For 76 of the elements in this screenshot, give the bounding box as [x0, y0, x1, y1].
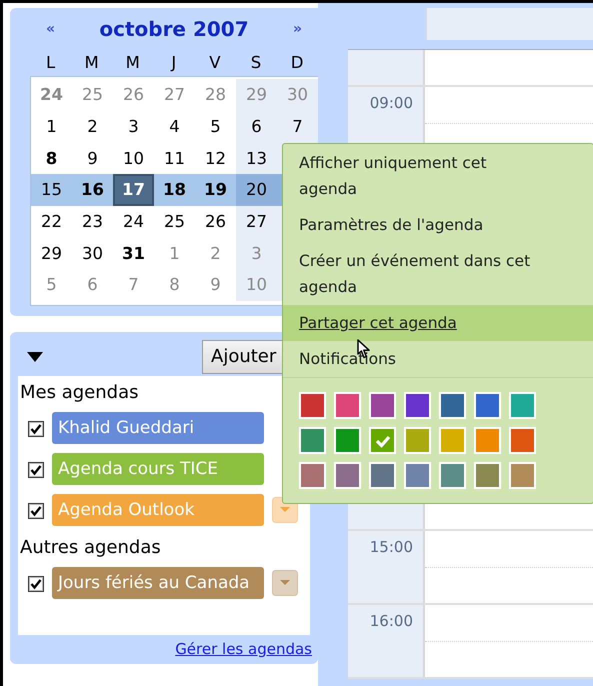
- calendar-date[interactable]: 24: [113, 206, 154, 238]
- color-swatch[interactable]: [439, 427, 466, 454]
- time-label: 15:00: [370, 538, 413, 556]
- color-swatch[interactable]: [509, 462, 536, 489]
- calendar-date[interactable]: 1: [31, 110, 72, 142]
- checkbox[interactable]: [28, 576, 44, 592]
- calendar-date[interactable]: 5: [195, 110, 236, 142]
- calendar-date[interactable]: 15: [31, 174, 72, 206]
- color-swatch[interactable]: [299, 462, 326, 489]
- checkbox[interactable]: [28, 502, 44, 519]
- color-swatch[interactable]: [334, 462, 361, 489]
- color-swatch[interactable]: [369, 462, 396, 489]
- color-swatch[interactable]: [369, 427, 396, 454]
- color-swatch[interactable]: [474, 427, 501, 454]
- calendar-date[interactable]: 27: [236, 206, 277, 238]
- next-month-link[interactable]: »: [277, 21, 318, 37]
- calendar-date[interactable]: 2: [72, 110, 113, 142]
- check-icon: [374, 434, 390, 448]
- color-swatch[interactable]: [404, 462, 431, 489]
- calendar-date[interactable]: 7: [277, 110, 318, 142]
- collapse-toggle-icon[interactable]: [26, 350, 44, 363]
- calendar-date[interactable]: 19: [195, 174, 236, 206]
- weekday-label: M: [84, 52, 100, 72]
- color-swatch[interactable]: [299, 392, 326, 419]
- time-label: 09:00: [370, 94, 413, 112]
- calendar-date[interactable]: 25: [154, 206, 195, 238]
- weekday-label: L: [44, 52, 56, 72]
- color-swatch[interactable]: [509, 392, 536, 419]
- calendar-date[interactable]: 26: [195, 206, 236, 238]
- calendar-date[interactable]: 30: [72, 237, 113, 270]
- calendar-date[interactable]: 10: [113, 142, 154, 174]
- menu-item[interactable]: Paramètres de l'agenda: [283, 207, 593, 243]
- manage-calendars-link[interactable]: Gérer les agendas: [175, 640, 312, 658]
- menu-item[interactable]: Afficher uniquement cet agenda: [283, 145, 593, 207]
- checkbox[interactable]: [28, 462, 44, 478]
- color-swatch[interactable]: [404, 392, 431, 419]
- calendar-date[interactable]: 20: [236, 174, 278, 206]
- calendar-date[interactable]: 6: [236, 110, 277, 142]
- calendar-date[interactable]: 12: [195, 142, 236, 174]
- calendar-date[interactable]: 13: [236, 142, 277, 174]
- weekday-label: D: [290, 52, 304, 72]
- color-swatch[interactable]: [404, 427, 431, 454]
- color-swatch[interactable]: [299, 427, 326, 454]
- calendar-date[interactable]: 11: [154, 142, 195, 174]
- weekday-label: S: [250, 52, 262, 72]
- weekday-label: M: [124, 52, 141, 72]
- calendar-date[interactable]: 3: [113, 110, 154, 142]
- color-swatch[interactable]: [439, 462, 466, 489]
- weekday-label: V: [208, 52, 222, 72]
- calendar-date[interactable]: 31: [113, 237, 154, 270]
- calendar-date[interactable]: 8: [31, 142, 72, 174]
- color-swatch[interactable]: [334, 392, 361, 419]
- today-date[interactable]: 17: [113, 174, 154, 206]
- checkbox[interactable]: [28, 420, 44, 437]
- calendar-date[interactable]: 23: [72, 206, 113, 238]
- calendar-date[interactable]: 22: [31, 206, 72, 238]
- calendar-date[interactable]: 16: [72, 174, 113, 206]
- menu-item[interactable]: Créer un événement dans cet agenda: [283, 243, 593, 305]
- color-swatch[interactable]: [509, 427, 536, 454]
- weekday-label: J: [170, 52, 178, 72]
- time-label: 16:00: [370, 612, 413, 630]
- dropdown-icon[interactable]: [272, 570, 298, 596]
- group-heading: Mes agendas: [20, 382, 140, 403]
- calendar-date[interactable]: 18: [154, 174, 196, 206]
- color-swatch[interactable]: [474, 462, 501, 489]
- color-swatch[interactable]: [334, 427, 361, 454]
- calendar-date[interactable]: 29: [31, 237, 72, 270]
- color-swatch[interactable]: [474, 392, 501, 419]
- color-swatch[interactable]: [439, 392, 466, 419]
- menu-item[interactable]: Partager cet agenda: [283, 305, 593, 341]
- calendar-date[interactable]: 9: [72, 142, 113, 174]
- group-heading: Autres agendas: [20, 536, 162, 558]
- calendar-date[interactable]: 4: [154, 110, 195, 142]
- previous-month-link[interactable]: «: [30, 21, 71, 37]
- color-swatch[interactable]: [369, 392, 396, 419]
- month-title: octobre 2007: [98, 17, 250, 41]
